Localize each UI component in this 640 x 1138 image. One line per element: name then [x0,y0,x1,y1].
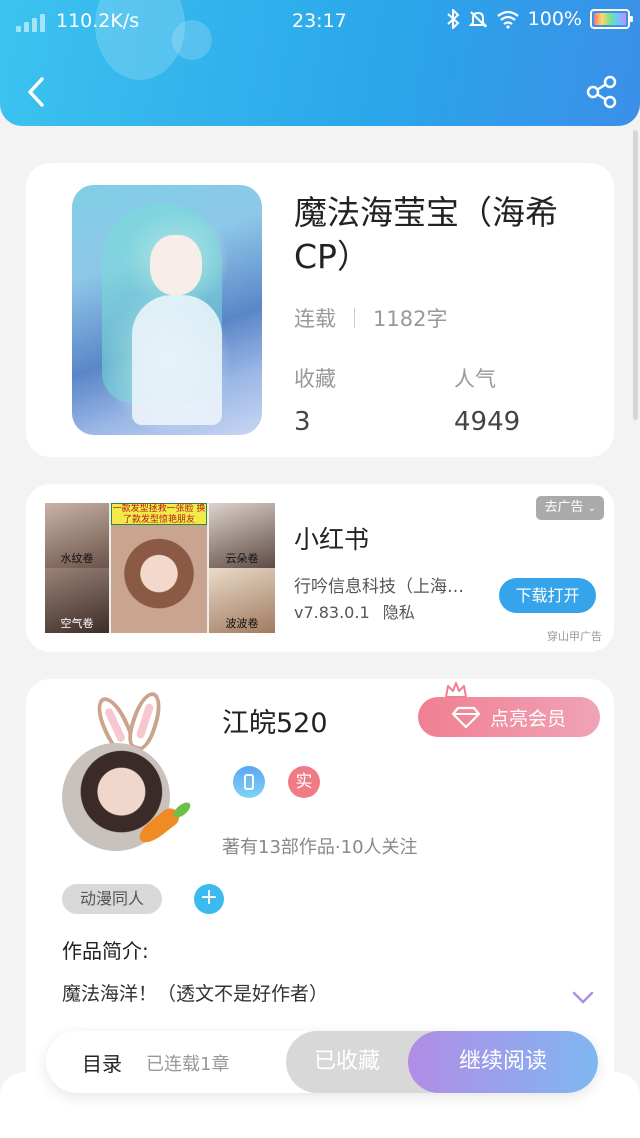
signal-icon [16,12,45,32]
author-stats: 著有13部作品·10人关注 [222,837,418,858]
ad-version-number: v7.83.0.1 [294,603,370,622]
ad-tile-label: 云朵卷 [225,552,259,565]
wifi-icon [496,10,519,29]
clock: 23:17 [292,10,347,32]
chevron-down-icon[interactable] [572,991,594,1005]
serial-status: 已连载1章 [146,1054,230,1075]
remove-ad-label: 去广告 [544,500,584,515]
ad-source: 穿山甲广告 [547,630,602,643]
remove-ad-button[interactable]: 去广告 ⌄ [536,496,604,520]
scrollbar[interactable] [633,130,638,420]
ad-company: 行吟信息科技（上海… [294,577,464,597]
add-tag-button[interactable]: + [194,884,224,914]
realname-badge[interactable]: 实 [288,766,320,798]
genre-tag[interactable]: 动漫同人 [62,884,163,914]
carrot-leaf-icon [171,799,193,821]
battery-icon [590,9,633,29]
ad-card[interactable]: 水纹卷 空气卷 一款发型拯救一张脸 换了款发型惊艳朋友 云朵卷 波波卷 小红书 … [26,484,614,652]
toc-button[interactable]: 目录 [82,1048,122,1077]
bluetooth-icon [447,9,460,29]
plus-icon: + [199,885,219,910]
chevron-down-icon: ⌄ [587,503,596,514]
ad-tile-label: 波波卷 [225,617,259,630]
ad-image[interactable]: 水纹卷 空气卷 一款发型拯救一张脸 换了款发型惊艳朋友 云朵卷 波波卷 [45,503,275,633]
ad-banner: 一款发型拯救一张脸 换了款发型惊艳朋友 [111,503,207,525]
battery-percent: 100% [527,8,582,30]
author-name[interactable]: 江皖520 [222,701,328,740]
share-button[interactable] [584,74,620,110]
ad-download-button[interactable]: 下载打开 [499,578,596,613]
share-icon [586,75,617,109]
network-speed: 110.2K/s [56,10,140,32]
back-arrow-icon [28,77,44,107]
vip-button[interactable]: 点亮会员 [418,697,600,737]
favorites-stat: 收藏 3 [294,363,336,437]
ad-app-name: 小红书 [294,525,370,554]
intro-label: 作品简介: [62,939,149,963]
author-avatar-frame[interactable] [56,687,196,851]
diamond-icon [451,706,480,728]
ad-tile-label: 水纹卷 [60,552,94,565]
phone-verified-icon[interactable] [233,766,265,798]
favorites-label: 收藏 [294,367,336,391]
popularity-stat: 人气 4949 [454,363,520,437]
book-info-card: 魔法海莹宝（海希CP） 连载 1182字 收藏 3 人气 4949 [26,163,614,457]
book-cover[interactable] [72,185,262,435]
word-count: 1182字 [373,307,448,331]
continue-reading-button[interactable]: 继续阅读 [408,1031,598,1093]
back-button[interactable] [18,74,54,110]
mute-icon [468,11,488,28]
bottom-action-bar: 目录 已连载1章 已收藏 继续阅读 [46,1031,598,1093]
book-title: 魔法海莹宝（海希CP） [294,193,558,276]
ad-tile-label: 空气卷 [60,617,94,630]
status-bar: 110.2K/s 23:17 100% [0,0,640,44]
top-header: 110.2K/s 23:17 100% [0,0,640,126]
bunny-ear-icon [123,688,167,754]
book-status: 连载 [294,307,336,331]
ad-version: v7.83.0.1 隐私 [294,599,415,623]
intro-text: 魔法海洋！（透文不是好作者） [62,983,329,1005]
divider [354,308,355,328]
popularity-value: 4949 [454,407,521,437]
vip-label: 点亮会员 [489,707,566,730]
favorites-value: 3 [294,407,311,437]
status-right: 100% [446,8,633,30]
popularity-label: 人气 [454,367,496,391]
ad-privacy-link[interactable]: 隐私 [383,603,415,622]
book-meta: 连载 1182字 [294,303,447,333]
